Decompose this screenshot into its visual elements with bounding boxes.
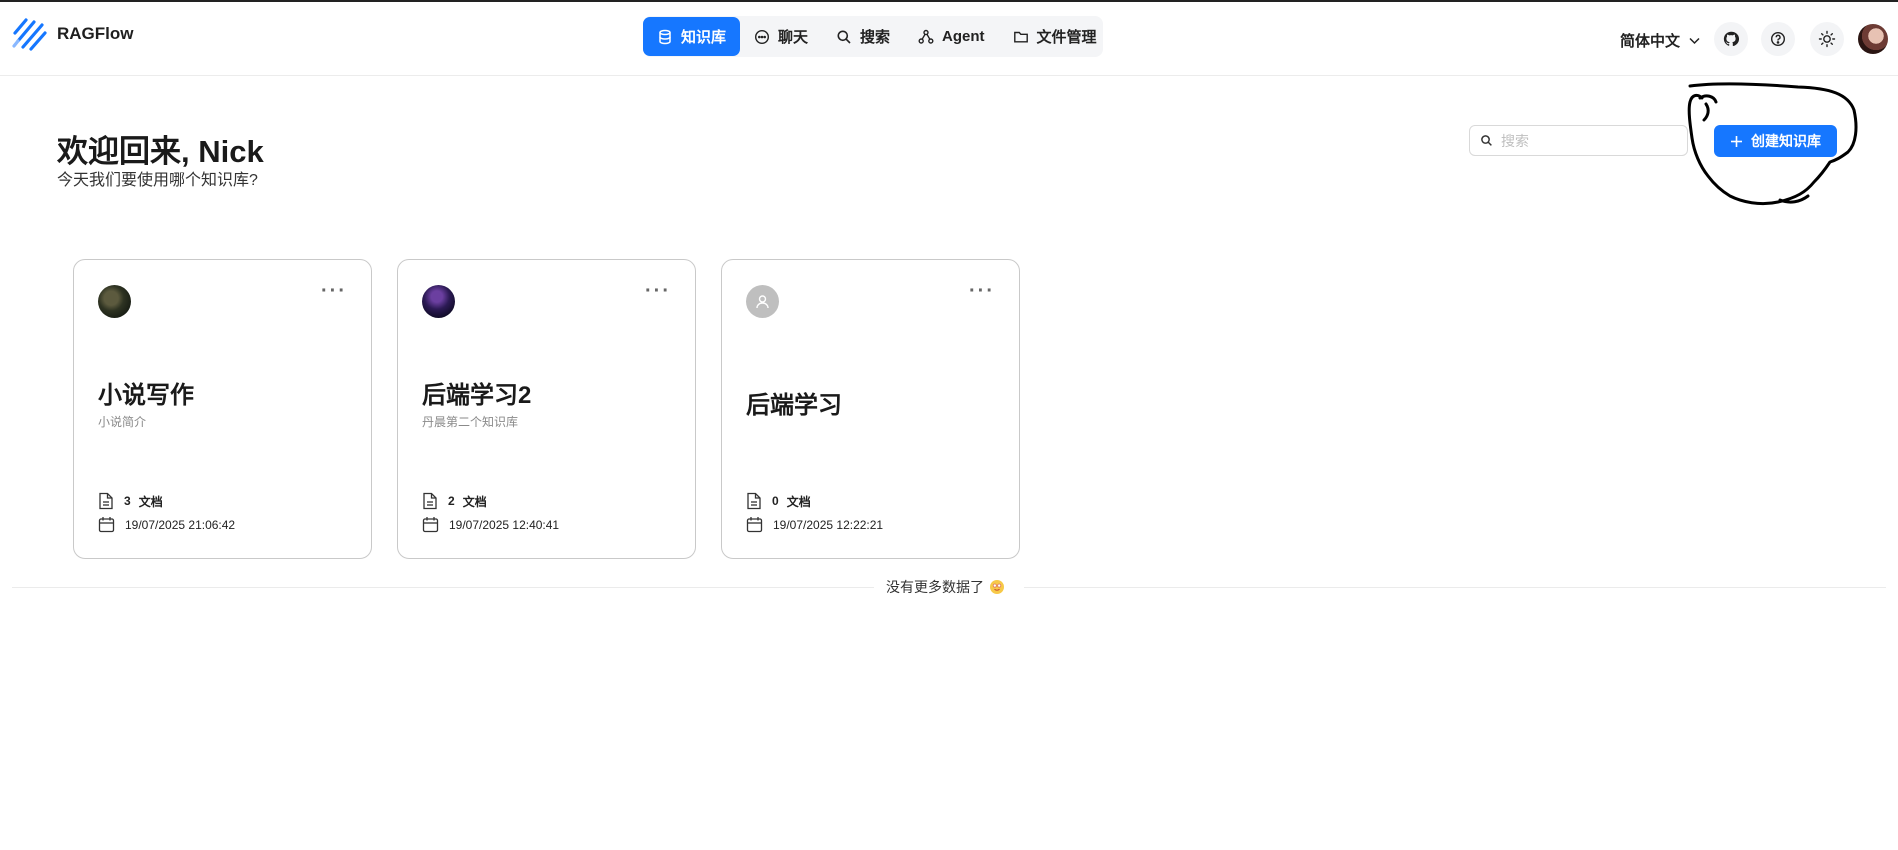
user-avatar[interactable] [1858,24,1888,54]
knowledge-card[interactable]: ··· 后端学习 0 文档 19/07/2025 12:22:21 [721,259,1020,559]
divider-left [12,587,874,588]
card-doc-count: 3 文档 [98,492,163,510]
nav-label: 知识库 [681,29,727,46]
search-input[interactable] [1499,131,1673,150]
theme-toggle-button[interactable] [1810,22,1844,56]
doc-unit: 文档 [786,494,811,509]
doc-count: 3 [124,494,131,508]
card-title: 小说写作 [98,382,194,409]
created-date: 19/07/2025 21:06:42 [125,517,236,532]
more-options-icon[interactable]: ··· [969,280,995,303]
created-date: 19/07/2025 12:22:21 [773,517,884,532]
calendar-icon [746,517,763,533]
hand-drawn-annotation [1687,82,1858,206]
knowledge-card[interactable]: ··· 小说写作 小说简介 3 文档 19/07/2025 21:06:42 [73,259,372,559]
default-avatar [746,285,779,318]
welcome-subtitle: 今天我们要使用哪个知识库? [57,172,258,189]
knowledge-search [1469,125,1688,156]
search-icon [837,30,851,44]
nav-tab-search[interactable]: 搜索 [822,17,904,56]
divider-right [1024,587,1886,588]
card-description: 丹晨第二个知识库 [422,415,519,429]
search-icon [1481,135,1492,146]
no-more-label: 没有更多数据了 [886,579,984,595]
doc-unit: 文档 [462,494,487,509]
created-date: 19/07/2025 12:40:41 [449,517,560,532]
smile-emoji-icon [990,580,1004,594]
help-button[interactable] [1761,22,1795,56]
knowledge-card[interactable]: ··· 后端学习2 丹晨第二个知识库 2 文档 19/07/2025 12:40… [397,259,696,559]
language-label: 简体中文 [1620,33,1681,50]
nav-label: 聊天 [778,29,809,46]
card-avatar [422,285,455,318]
nav-tab-chat[interactable]: 聊天 [740,17,822,56]
doc-count: 0 [772,494,779,508]
no-more-data: 没有更多数据了 [886,577,1004,597]
card-title: 后端学习 [746,392,842,419]
doc-count: 2 [448,494,455,508]
chat-icon [755,29,770,44]
top-header: RAGFlow 知识库 聊天 搜索 Agent 文件管理 简体中文 [0,2,1898,76]
database-icon [659,29,671,44]
user-icon [756,295,769,309]
chevron-down-icon [1689,37,1700,45]
app-brand: RAGFlow [57,24,134,43]
document-icon [423,492,437,510]
card-description: 小说简介 [98,415,147,429]
nav-label: Agent [942,28,985,45]
welcome-title: 欢迎回来, Nick [57,134,264,169]
folder-icon [1013,31,1028,42]
more-options-icon[interactable]: ··· [645,280,671,303]
doc-unit: 文档 [138,494,163,509]
github-icon [1723,31,1739,47]
github-button[interactable] [1714,22,1748,56]
card-date: 19/07/2025 12:22:21 [746,516,883,533]
calendar-icon [98,517,115,533]
nav-tab-knowledge-base[interactable]: 知识库 [643,17,741,56]
help-icon [1770,31,1786,47]
card-doc-count: 2 文档 [422,492,487,510]
document-icon [747,492,761,510]
nav-label: 搜索 [860,29,891,46]
ragflow-logo-icon[interactable] [12,16,48,52]
card-date: 19/07/2025 12:40:41 [422,516,559,533]
calendar-icon [422,517,439,533]
card-title: 后端学习2 [422,382,532,409]
nav-tab-file-management[interactable]: 文件管理 [999,17,1111,56]
main-nav: 知识库 聊天 搜索 Agent 文件管理 [643,16,1103,57]
card-avatar [98,285,131,318]
document-icon [99,492,113,510]
more-options-icon[interactable]: ··· [321,280,347,303]
sun-icon [1818,30,1836,48]
language-selector[interactable]: 简体中文 [1620,30,1701,51]
nav-tab-agent[interactable]: Agent [904,17,999,56]
card-doc-count: 0 文档 [746,492,811,510]
nav-label: 文件管理 [1036,29,1097,46]
card-date: 19/07/2025 21:06:42 [98,516,235,533]
agent-icon [918,29,934,44]
